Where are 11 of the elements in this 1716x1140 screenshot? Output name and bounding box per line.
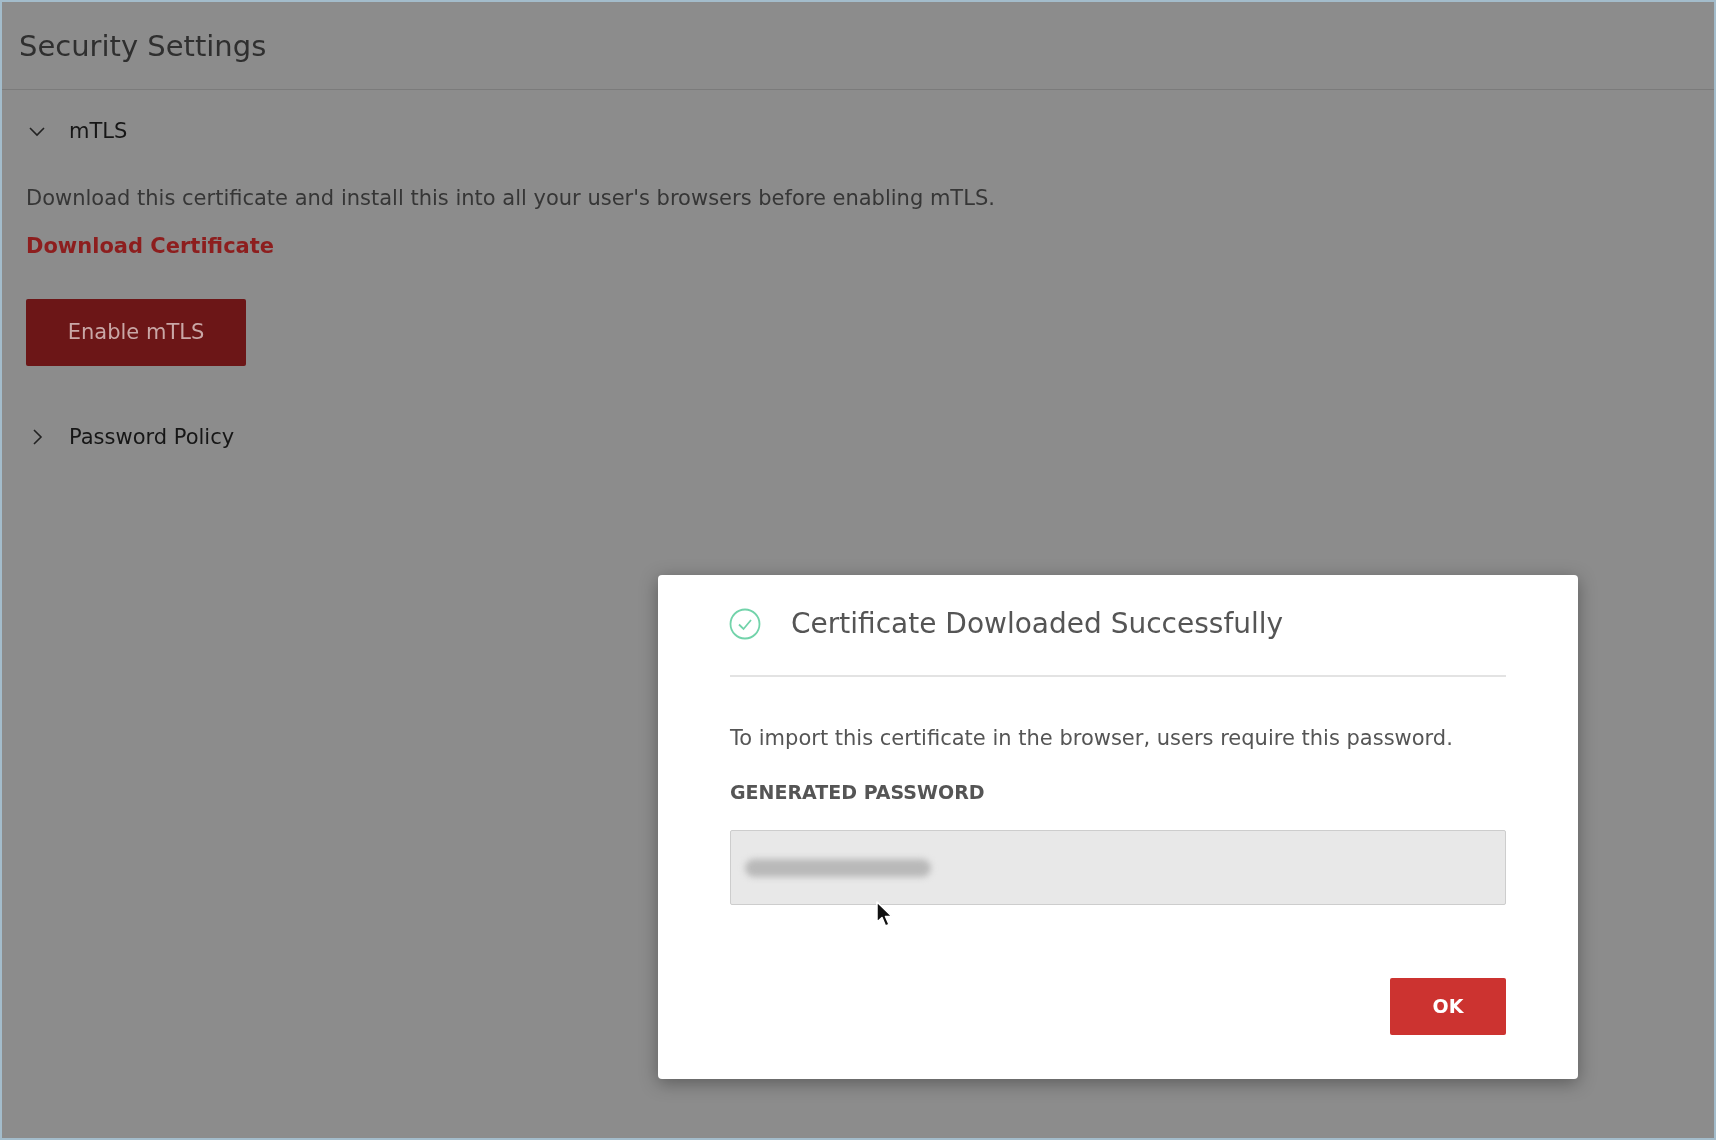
check-circle-icon [729,608,761,640]
action-button[interactable]: Enable mTLS [26,299,246,366]
section-toggle[interactable]: Password Policy [26,423,235,451]
page-title: Security Settings [19,27,267,64]
dialog-button[interactable]: OK [1390,978,1506,1035]
section-toggle[interactable]: mTLS [26,117,128,145]
dialog-title: Certificate Dowloaded Successfully [791,606,1284,642]
dialog-message: To import this certificate in the browser, users require this password. [730,725,1454,751]
field-label: GENERATED PASSWORD [730,780,986,804]
section-description: Download this certificate and install this into all your user's browsers before enabling mTLS. [26,185,996,211]
password-field[interactable] [730,830,1506,905]
